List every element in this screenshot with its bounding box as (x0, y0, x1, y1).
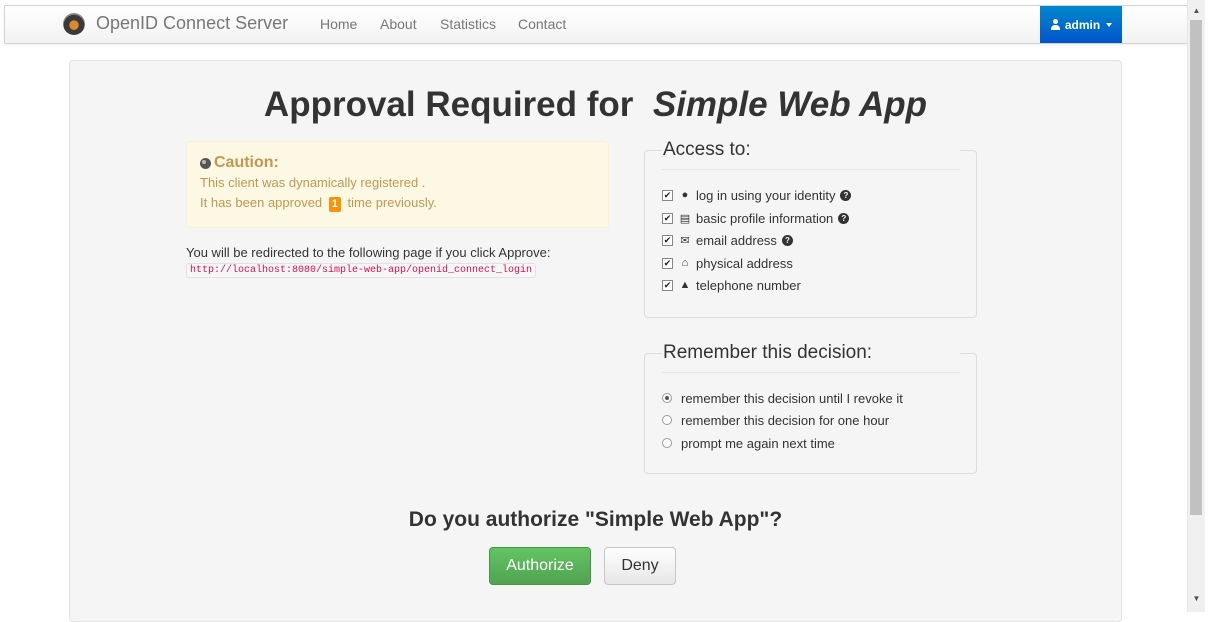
caret-down-icon (1106, 22, 1113, 27)
authorize-question: Do you authorize "Simple Web App"? (408, 508, 783, 531)
user-icon: ● (681, 189, 689, 201)
prompt-next-time[interactable]: prompt me again next time (662, 434, 835, 452)
remember-until-revoked[interactable]: remember this decision until I revoke it (662, 389, 903, 407)
access-fieldset: Access to: ✔ ● log in using your identit… (644, 139, 977, 318)
nav-home[interactable]: Home (320, 16, 357, 32)
question-circle-icon[interactable]: ? (838, 212, 850, 224)
remember-one-hour-label: remember this decision for one hour (681, 412, 890, 428)
prompt-next-time-radio[interactable] (662, 438, 672, 448)
access-legend-text: Access to: (663, 139, 751, 160)
scope-profile[interactable]: ✔ ▤ basic profile information ? (662, 209, 850, 227)
globe-icon (200, 157, 211, 169)
redirect-url: http://localhost:8080/simple-web-app/ope… (186, 263, 537, 278)
scrollbar-thumb[interactable] (1190, 20, 1202, 515)
page-title-prefix: Approval Required for (263, 85, 634, 124)
approved-text-before: It has been approved (200, 195, 323, 210)
approval-panel: Approval Required for Simple Web App Cau… (69, 60, 1122, 622)
user-menu-button[interactable]: admin (1040, 6, 1122, 43)
authorize-button[interactable]: Authorize (489, 547, 591, 585)
remember-one-hour[interactable]: remember this decision for one hour (662, 411, 889, 429)
user-icon (1050, 18, 1061, 31)
scope-address-checkbox[interactable]: ✔ (662, 257, 673, 269)
deny-button[interactable]: Deny (604, 547, 676, 585)
scope-email-checkbox[interactable]: ✔ (662, 234, 673, 246)
scope-openid-checkbox[interactable]: ✔ (662, 189, 673, 201)
brand-name[interactable]: OpenID Connect Server (96, 13, 288, 34)
scope-profile-checkbox[interactable]: ✔ (662, 212, 673, 224)
scope-email[interactable]: ✔ ✉ email address ? (662, 231, 793, 249)
question-circle-icon[interactable]: ? (840, 189, 852, 201)
remember-one-hour-radio[interactable] (662, 415, 672, 425)
scope-email-label: email address (696, 232, 777, 248)
caution-alert: Caution: This client was dynamically reg… (186, 141, 609, 228)
client-name: Simple Web App (652, 85, 928, 124)
remember-legend: Remember this decision: (662, 342, 960, 373)
nav-statistics[interactable]: Statistics (440, 16, 496, 32)
list-icon: ▤ (679, 212, 691, 225)
remember-fieldset: Remember this decision: remember this de… (644, 342, 977, 474)
approval-count-badge: 1 (328, 197, 341, 212)
navbar: OpenID Connect Server Home About Statist… (4, 5, 1188, 44)
scroll-up-arrow-icon[interactable]: ▲ (1188, 3, 1205, 17)
question-circle-icon[interactable]: ? (781, 234, 793, 246)
user-name: admin (1064, 17, 1101, 32)
vertical-scrollbar[interactable]: ▲ ▼ (1187, 0, 1205, 612)
caution-registered-text: This client was dynamically registered . (200, 175, 426, 190)
caution-approved-text: It has been approved 1 time previously. (200, 195, 437, 212)
scroll-down-arrow-icon[interactable]: ▼ (1188, 591, 1205, 605)
caution-heading: Caution: (200, 154, 279, 172)
scope-phone[interactable]: ✔ ▲ telephone number (662, 276, 801, 294)
scope-profile-label: basic profile information (696, 210, 834, 226)
nav-about[interactable]: About (380, 16, 417, 32)
caution-heading-text: Caution: (214, 154, 279, 171)
openid-logo-icon[interactable] (63, 13, 85, 35)
remember-until-revoked-label: remember this decision until I revoke it (681, 390, 903, 406)
page-title: Approval Required for Simple Web App (70, 85, 1121, 125)
access-legend: Access to: (662, 139, 960, 170)
scope-address[interactable]: ✔ ⌂ physical address (662, 254, 793, 272)
scope-phone-checkbox[interactable]: ✔ (662, 279, 673, 291)
approved-text-after: time previously. (347, 195, 437, 210)
scope-openid[interactable]: ✔ ● log in using your identity ? (662, 186, 852, 204)
remember-until-revoked-radio[interactable] (662, 393, 672, 403)
envelope-icon: ✉ (680, 234, 690, 247)
remember-legend-text: Remember this decision: (663, 342, 873, 363)
nav-contact[interactable]: Contact (518, 16, 566, 32)
redirect-notice: You will be redirected to the following … (186, 245, 551, 260)
scope-openid-label: log in using your identity (696, 187, 836, 203)
scope-address-label: physical address (696, 255, 793, 271)
prompt-next-time-label: prompt me again next time (681, 435, 835, 451)
home-icon: ⌂ (681, 257, 689, 269)
scope-phone-label: telephone number (696, 277, 801, 293)
bell-icon: ▲ (679, 279, 691, 291)
